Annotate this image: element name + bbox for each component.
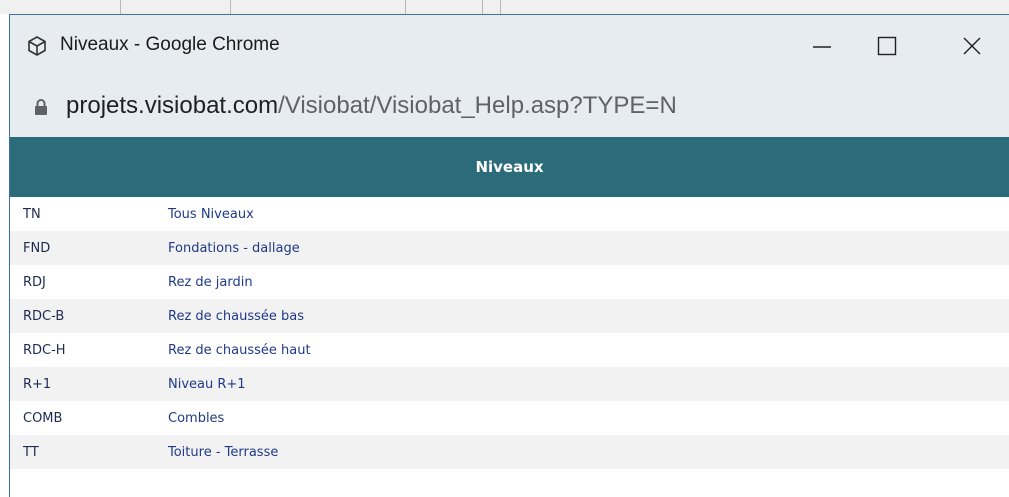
- level-code: COMB: [23, 411, 63, 426]
- close-icon: [963, 37, 981, 55]
- close-button[interactable]: [943, 23, 1001, 69]
- level-code: RDC-H: [23, 343, 66, 358]
- minimize-icon: [813, 46, 831, 48]
- url-path: /Visiobat/Visiobat_Help.asp?TYPE=N: [278, 92, 677, 119]
- level-label[interactable]: Fondations - dallage: [168, 241, 300, 256]
- maximize-icon: [877, 36, 897, 56]
- level-code: RDJ: [23, 275, 46, 290]
- table-row: FND Fondations - dallage: [10, 231, 1009, 265]
- level-label[interactable]: Rez de jardin: [168, 275, 253, 290]
- level-code: FND: [23, 241, 51, 256]
- lock-icon[interactable]: [34, 98, 48, 116]
- level-code: RDC-B: [23, 309, 65, 324]
- table-row: RDC-B Rez de chaussée bas: [10, 299, 1009, 333]
- level-label[interactable]: Combles: [168, 411, 224, 426]
- page-header: Niveaux: [10, 137, 1009, 197]
- chrome-app-icon: [28, 36, 46, 56]
- level-label[interactable]: Tous Niveaux: [168, 207, 254, 222]
- level-label[interactable]: Rez de chaussée bas: [168, 309, 304, 324]
- chrome-popup-window: Niveaux - Google Chrome projets.visiobat…: [9, 14, 1009, 497]
- levels-table: TN Tous Niveaux FND Fondations - dallage…: [10, 197, 1009, 469]
- url-text[interactable]: projets.visiobat.com/Visiobat/Visiobat_H…: [66, 92, 677, 120]
- title-bar[interactable]: Niveaux - Google Chrome: [10, 15, 1009, 77]
- table-row: RDC-H Rez de chaussée haut: [10, 333, 1009, 367]
- level-label[interactable]: Toiture - Terrasse: [168, 445, 278, 460]
- url-domain: projets.visiobat.com: [66, 92, 279, 119]
- table-row: COMB Combles: [10, 401, 1009, 435]
- window-title: Niveaux - Google Chrome: [60, 34, 280, 55]
- level-label[interactable]: Rez de chaussée haut: [168, 343, 311, 358]
- maximize-button[interactable]: [858, 23, 916, 69]
- level-code: TN: [23, 207, 41, 222]
- background-window-strip: [0, 0, 1009, 14]
- level-label[interactable]: Niveau R+1: [168, 377, 246, 392]
- table-row: TT Toiture - Terrasse: [10, 435, 1009, 469]
- page-content: Niveaux TN Tous Niveaux FND Fondations -…: [10, 137, 1009, 497]
- address-bar[interactable]: projets.visiobat.com/Visiobat/Visiobat_H…: [10, 77, 1009, 137]
- minimize-button[interactable]: [793, 23, 851, 69]
- level-code: TT: [23, 445, 39, 460]
- level-code: R+1: [23, 377, 52, 392]
- table-row: RDJ Rez de jardin: [10, 265, 1009, 299]
- page-title: Niveaux: [475, 158, 544, 176]
- table-row: R+1 Niveau R+1: [10, 367, 1009, 401]
- table-row: TN Tous Niveaux: [10, 197, 1009, 231]
